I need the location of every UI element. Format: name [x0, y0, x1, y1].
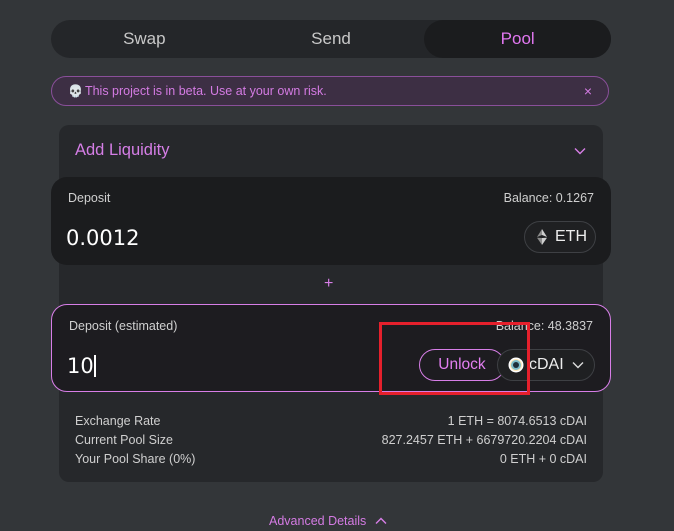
- eth-token-select[interactable]: ETH: [524, 221, 596, 253]
- deposit-estimated-label: Deposit (estimated): [69, 319, 178, 333]
- exchange-rate-row: Exchange Rate 1 ETH = 8074.6513 cDAI: [75, 414, 587, 428]
- cdai-token-select[interactable]: cDAI: [497, 349, 595, 381]
- chevron-down-icon[interactable]: [574, 144, 586, 162]
- eth-icon: [537, 229, 547, 245]
- deposit-balance: Balance: 0.1267: [503, 191, 594, 205]
- deposit-label: Deposit: [68, 191, 111, 205]
- text-cursor: [94, 355, 96, 377]
- tab-send[interactable]: Send: [238, 20, 425, 58]
- panel-title[interactable]: Add Liquidity: [75, 141, 169, 160]
- cdai-token-label: cDAI: [529, 356, 564, 373]
- chevron-down-icon: [572, 359, 584, 371]
- tab-pool[interactable]: Pool: [424, 20, 612, 58]
- plus-icon: +: [324, 275, 334, 292]
- deposit-card: Deposit Balance: 0.1267 ETH: [51, 177, 611, 265]
- pool-size-label: Current Pool Size: [75, 433, 173, 447]
- exchange-rate-label: Exchange Rate: [75, 414, 161, 428]
- pool-share-label: Your Pool Share (0%): [75, 452, 196, 466]
- beta-warning-banner: 💀 This project is in beta. Use at your o…: [51, 76, 609, 106]
- deposit-estimated-input[interactable]: [67, 349, 327, 383]
- chevron-up-icon: [375, 515, 387, 527]
- deposit-estimated-balance: Balance: 48.3837: [495, 319, 593, 333]
- deposit-estimated-card: Deposit (estimated) Balance: 48.3837 Unl…: [51, 304, 611, 392]
- pool-share-row: Your Pool Share (0%) 0 ETH + 0 cDAI: [75, 452, 587, 466]
- pool-size-value: 827.2457 ETH + 6679720.2204 cDAI: [381, 433, 587, 447]
- skull-icon: 💀: [68, 84, 83, 98]
- pool-share-value: 0 ETH + 0 cDAI: [499, 452, 587, 466]
- deposit-amount-input[interactable]: [66, 221, 326, 255]
- beta-warning-text: This project is in beta. Use at your own…: [84, 84, 327, 98]
- advanced-details-label: Advanced Details: [269, 514, 367, 528]
- advanced-details-toggle[interactable]: Advanced Details: [269, 514, 387, 528]
- exchange-rate-value: 1 ETH = 8074.6513 cDAI: [447, 414, 587, 428]
- unlock-button[interactable]: Unlock: [419, 349, 505, 381]
- tab-bar: Swap Send Pool: [51, 20, 612, 58]
- tab-swap[interactable]: Swap: [51, 20, 238, 58]
- eth-token-label: ETH: [555, 228, 587, 245]
- close-icon[interactable]: ×: [584, 83, 592, 99]
- cdai-icon: [508, 357, 524, 373]
- pool-size-row: Current Pool Size 827.2457 ETH + 6679720…: [75, 433, 587, 447]
